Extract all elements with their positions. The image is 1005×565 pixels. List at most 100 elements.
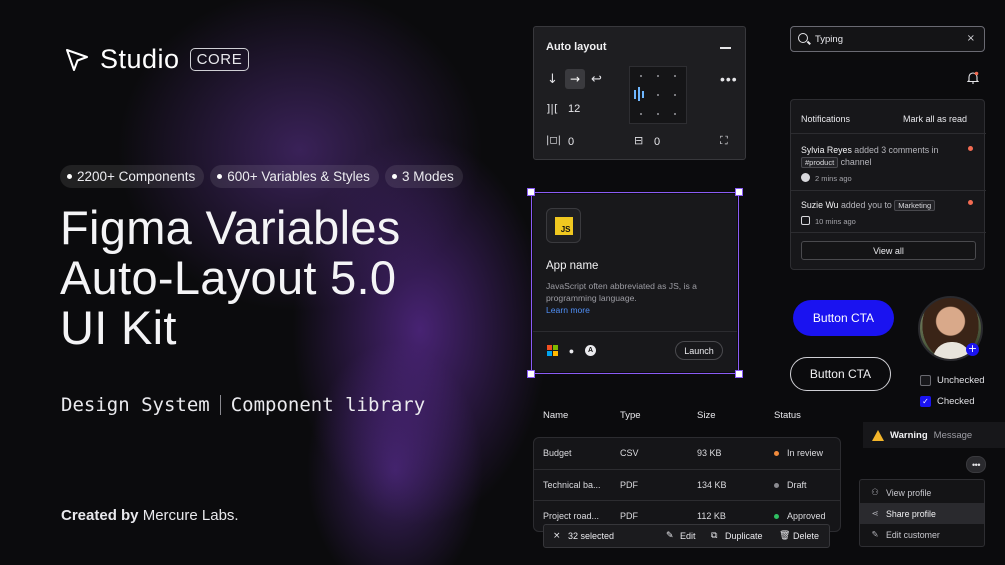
arrow-down-icon[interactable]: ↓ [547, 72, 558, 87]
clear-icon[interactable]: × [967, 33, 975, 44]
status-dot [774, 451, 779, 456]
wrap-icon[interactable]: ↩ [591, 72, 602, 87]
menu-item-label: View profile [886, 487, 932, 498]
subtitle-divider [219, 395, 221, 415]
user-icon: ⚇ [871, 487, 879, 498]
arrow-right-icon[interactable]: → [565, 69, 585, 89]
status-dot [774, 483, 779, 488]
headline-line: Auto-Layout 5.0 [60, 251, 397, 304]
cell-type: PDF [620, 511, 638, 521]
divider [791, 232, 986, 233]
warning-toast: Warning Message [863, 422, 1005, 448]
collapse-icon[interactable] [720, 47, 731, 49]
column-header-name[interactable]: Name [543, 410, 568, 421]
alignment-grid[interactable] [629, 66, 687, 124]
bell-icon[interactable] [967, 71, 979, 84]
notification-item[interactable]: Sylvia Reyes added 3 comments in #produc… [801, 144, 966, 169]
feature-pill: 600+ Variables & Styles [210, 165, 379, 188]
resize-handle[interactable] [527, 188, 535, 196]
resize-handle[interactable] [735, 370, 743, 378]
unread-dot [968, 146, 973, 151]
more-menu-button[interactable]: ••• [966, 456, 986, 473]
padding-horizontal-icon: |◻| [546, 135, 562, 146]
alignment-indicator [634, 87, 644, 101]
notification-item[interactable]: Suzie Wu added you to Marketing [801, 199, 966, 212]
bullet-icon [217, 174, 223, 179]
menu-item-share-profile[interactable]: ⋖ Share profile [860, 503, 984, 524]
table-row[interactable]: Budget CSV 93 KB In review [534, 438, 840, 469]
search-value[interactable]: Typing [815, 34, 843, 45]
brand-name: Studio [100, 44, 180, 74]
headline-line: UI Kit [60, 301, 177, 354]
pencil-icon: ✎ [666, 531, 674, 541]
search-input[interactable]: Typing × [790, 26, 985, 52]
column-header-type[interactable]: Type [620, 410, 641, 421]
menu-item-label: Edit customer [886, 529, 940, 540]
add-icon[interactable]: + [966, 343, 979, 356]
column-header-size[interactable]: Size [697, 410, 715, 421]
menu-item-view-profile[interactable]: ⚇ View profile [860, 482, 984, 503]
outline-cta-button[interactable]: Button CTA [790, 357, 891, 391]
pill-label: 600+ Variables & Styles [227, 169, 370, 184]
github-icon [801, 173, 810, 182]
resize-handle[interactable] [735, 188, 743, 196]
pill-label: 3 Modes [401, 169, 454, 184]
headline: Figma Variables Auto-Layout 5.0 UI Kit [60, 203, 480, 353]
notifications-panel: Notifications Mark all as read Sylvia Re… [790, 99, 986, 270]
cell-name: Technical ba... [543, 480, 601, 490]
bulk-action-bar: × 32 selected ✎ Edit ⧉ Duplicate 🗑 Delet… [543, 524, 830, 548]
checkmark-icon[interactable]: ✓ [920, 396, 931, 407]
notification-time: 10 mins ago [815, 217, 856, 226]
checkbox-label: Checked [937, 396, 975, 407]
checkbox-checked[interactable]: ✓ Checked [920, 396, 975, 407]
selection-count: 32 selected [568, 531, 615, 541]
table-row[interactable]: Technical ba... PDF 134 KB Draft [534, 470, 840, 501]
subtitle: Design System Component library [61, 394, 425, 416]
warning-icon [872, 429, 884, 441]
checkbox-unchecked[interactable]: Unchecked [920, 375, 985, 386]
notification-user: Sylvia Reyes [801, 145, 852, 155]
cell-name: Project road... [543, 511, 600, 521]
spacing-icon: ]|[ [546, 102, 559, 115]
mark-all-read-button[interactable]: Mark all as read [903, 114, 967, 124]
context-menu: ⚇ View profile ⋖ Share profile ✎ Edit cu… [859, 479, 985, 547]
delete-button[interactable]: Delete [793, 531, 819, 541]
padding-v-value[interactable]: 0 [654, 136, 660, 148]
notification-suffix: channel [838, 157, 872, 167]
status-dot [774, 514, 779, 519]
notification-time: 2 mins ago [815, 174, 852, 183]
checkbox-box[interactable] [920, 375, 931, 386]
pencil-icon: ✎ [871, 529, 879, 540]
notion-icon [801, 216, 810, 225]
headline-line: Figma Variables [60, 201, 401, 254]
duplicate-button[interactable]: Duplicate [725, 531, 763, 541]
notification-action: added 3 comments in [851, 145, 939, 155]
credit-name: Mercure Labs. [142, 507, 239, 524]
share-icon: ⋖ [871, 508, 879, 519]
cell-type: CSV [620, 448, 639, 458]
edit-button[interactable]: Edit [680, 531, 696, 541]
menu-item-edit-customer[interactable]: ✎ Edit customer [860, 524, 984, 545]
avatar-body [933, 342, 971, 359]
resize-handle[interactable] [527, 370, 535, 378]
channel-tag: #product [801, 157, 839, 168]
view-all-button[interactable]: View all [801, 241, 976, 260]
primary-cta-button[interactable]: Button CTA [793, 300, 894, 336]
column-header-status[interactable]: Status [774, 410, 801, 421]
cell-status: Draft [787, 480, 807, 490]
close-icon[interactable]: × [553, 531, 561, 541]
brand-badge: CORE [189, 48, 250, 71]
subtitle-right: Component library [230, 394, 426, 416]
unread-dot [968, 200, 973, 205]
gap-value[interactable]: 12 [568, 103, 580, 115]
subtitle-left: Design System [61, 394, 210, 416]
cell-type: PDF [620, 480, 638, 490]
notification-user: Suzie Wu [801, 200, 839, 210]
auto-layout-panel: Auto layout ↓ → ↩ ]|[ 12 ••• |◻| 0 ⊟ 0 ⛶ [533, 26, 746, 160]
resize-icon[interactable]: ⛶ [720, 134, 728, 148]
padding-h-value[interactable]: 0 [568, 136, 574, 148]
copy-icon: ⧉ [711, 531, 718, 541]
padding-vertical-icon: ⊟ [634, 134, 644, 147]
feature-pill: 2200+ Components [60, 165, 205, 188]
more-options-icon[interactable]: ••• [720, 71, 738, 87]
